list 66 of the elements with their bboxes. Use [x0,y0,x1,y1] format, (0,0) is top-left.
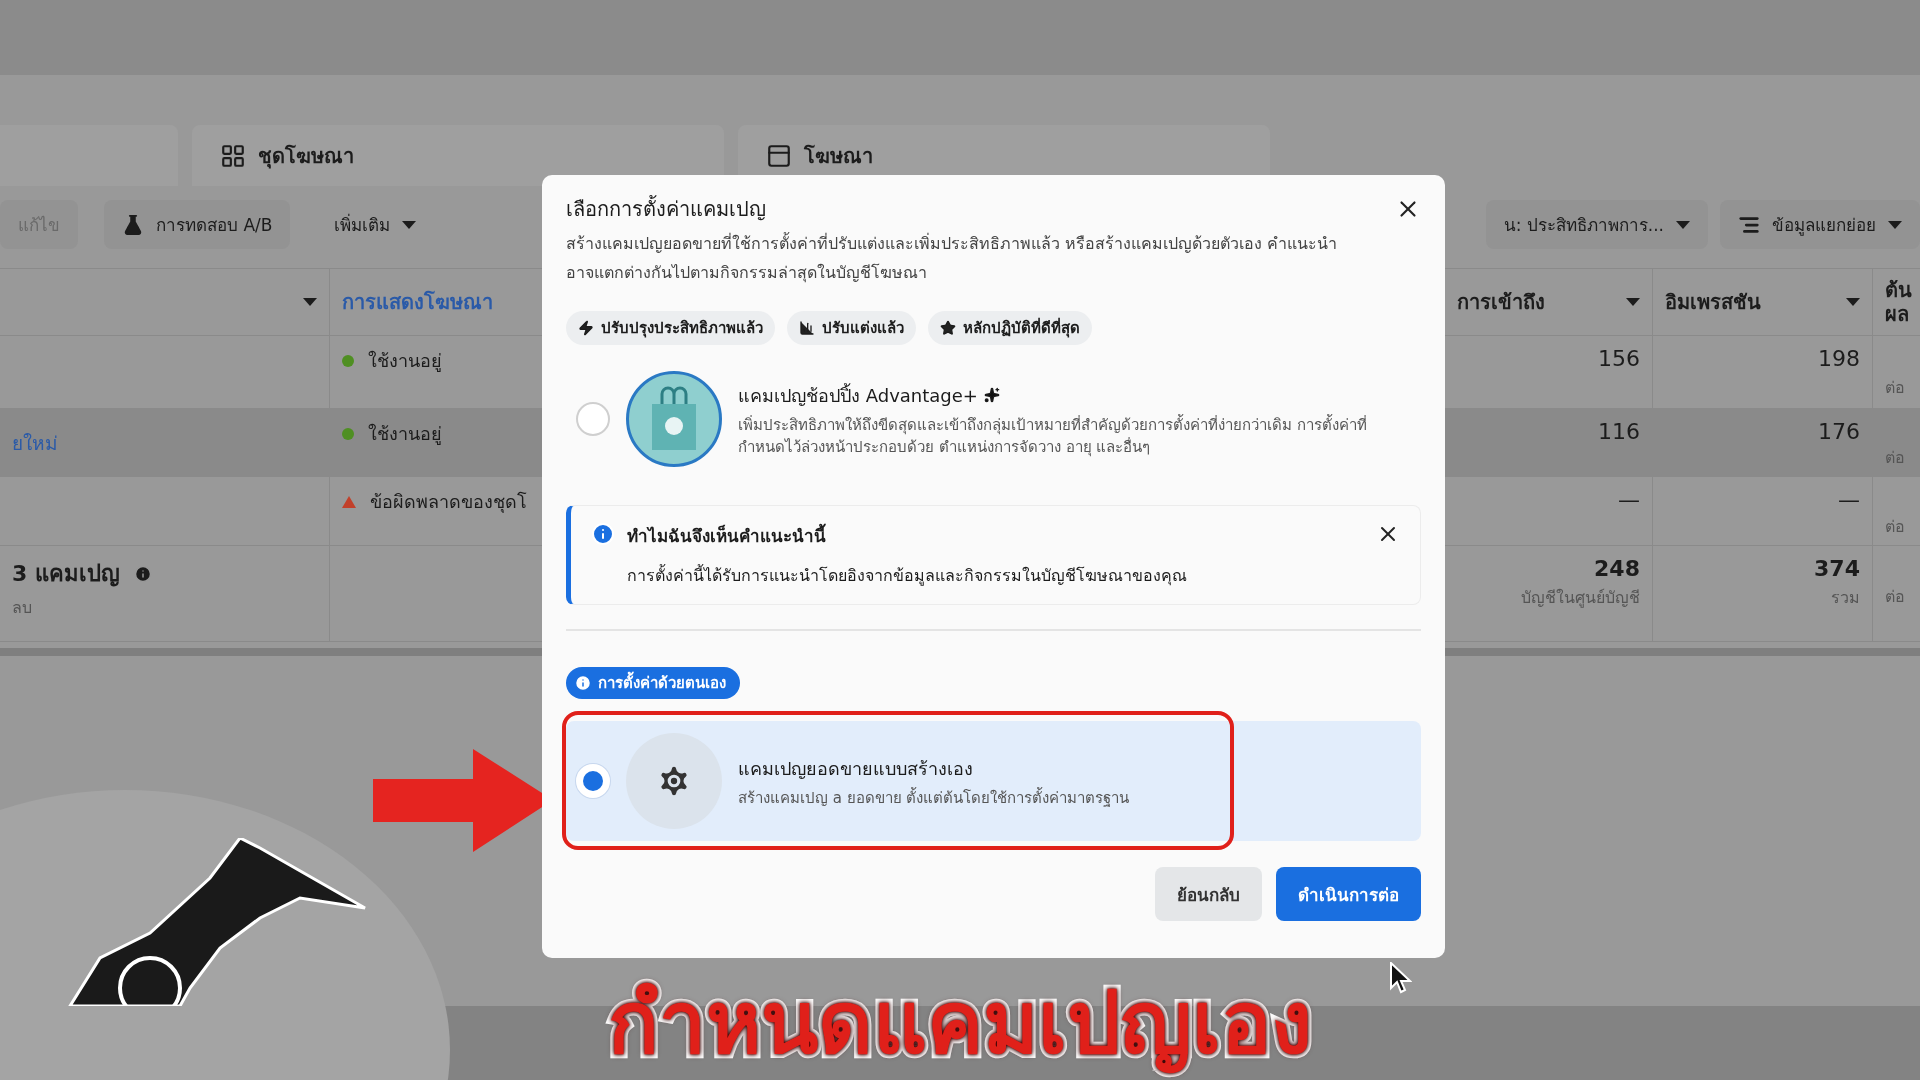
summary-subtitle: ลบ [12,597,32,619]
campaign-option[interactable]: แคมเปญช้อปปิ้ง Advantage+ เพิ่มประสิทธิภาพให้ถึงขีดสุดและเข้าถึงกลุ่มเป้าหมายที่สำคัญด้วยการตั้งค่าที่ง่ายกว่าเดิม การตั้งค่าที่กำหนดไว้ล่วงหน้าประกอบด้วย ตำแหน่งการจัดวาง อายุ และอื่นๆ [566,369,1421,469]
info-icon [133,564,152,583]
grid-icon [220,142,246,169]
star-icon [940,320,956,336]
caret-icon [303,298,317,306]
table-cell: 156 [1598,346,1640,371]
table-cell-text: บัญชีในศูนย์บัญชี [1521,587,1640,610]
dialog-description: สร้างแคมเปญยอดขายที่ใช้การตั้งค่าที่ปรับแต่งและเพิ่มประสิทธิภาพแล้ว หรือสร้างแคมเปญด้วยตัวเอง คำแนะนำอาจแตกต่างกันไปตามกิจกรรมล่าสุดในบัญชีโฆษณา [566,231,1339,285]
table-cell: 374 [1814,556,1860,581]
dropdown-button[interactable]: น: ประสิทธิภาพการ... [1485,200,1708,249]
table-cell-text: ต่อ [1885,515,1905,538]
summary-title: 3 แคมเปญ [12,560,120,589]
bolt-icon [578,320,594,336]
notice-title: ทำไมฉันจึงเห็นคำแนะนำนี้ [627,522,1364,549]
column-header[interactable]: การเข้าถึง [1457,290,1545,314]
warning-icon [342,495,356,508]
tag-chip: หลักปฏิบัติที่ดีที่สุด [928,311,1092,345]
video-caption: กำหนดแคมเปญเอง [608,974,1312,1072]
tab-label: ชุดโฆษณา [258,142,354,171]
status-text: ใช้งานอยู่ [368,349,442,374]
cursor-icon [1390,962,1412,994]
caret-icon [1626,298,1640,306]
continue-button[interactable]: ดำเนินการต่อ [1276,867,1421,921]
table-cell: 248 [1594,556,1640,581]
option-description: เพิ่มประสิทธิภาพให้ถึงขีดสุดและเข้าถึงกลุ่มเป้าหมายที่สำคัญด้วยการตั้งค่าที่ง่ายกว่าเดิม การตั้งค่าที่กำหนดไว้ล่วงหน้าประกอบด้วย ตำแหน่งการจัดวาง อายุ และอื่นๆ [738,413,1368,458]
table-cell-text: ต่อ [1885,376,1905,399]
tab-label: โฆษณา [804,142,873,170]
info-icon [574,674,592,692]
toolbar-button[interactable]: การทดสอบ A/B [104,200,291,249]
table-cell-text: รวม [1831,587,1860,609]
dropdown-button[interactable]: เพิ่มเติม [316,200,435,249]
table-cell: — [1838,487,1860,512]
table-cell-text: ต่อ [1885,586,1905,608]
caret-icon [1846,298,1860,306]
campaign-option[interactable]: แคมเปญยอดขายแบบสร้างเอง สร้างแคมเปญ a ยอดขาย ตั้งแต่ต้นโดยใช้การตั้งค่ามาตรฐาน [566,721,1421,841]
notice-text: การตั้งค่านี้ได้รับการแนะนำโดยอิงจากข้อมูลและกิจกรรมในบัญชีโฆษณาของคุณ [627,563,1188,588]
toolbar-button[interactable]: ข้อมูลแยกย่อย [1720,200,1920,249]
sparkle-icon [983,387,1000,403]
caret-icon [1888,220,1902,229]
option-title: แคมเปญช้อปปิ้ง Advantage+ [738,380,1378,410]
dialog-title: เลือกการตั้งค่าแคมเปญ [566,194,766,223]
status-text: ข้อผิดพลาดของชุดโ [370,490,527,515]
column-header[interactable]: ต้น ผล [1885,278,1912,326]
option-title: แคมเปญยอดขายแบบสร้างเอง [738,756,974,781]
option-description: สร้างแคมเปญ a ยอดขาย ตั้งแต่ต้นโดยใช้การตั้งค่ามาตรฐาน [738,786,1131,809]
status-text: ใช้งานอยู่ [368,422,442,447]
back-button[interactable]: ย้อนกลับ [1155,867,1262,921]
caret-icon [402,220,417,229]
table-cell: 198 [1818,346,1860,371]
tab[interactable]: ชุดโฆษณา [192,125,724,186]
panel-icon [766,142,792,169]
manual-setup-badge: การตั้งค่าด้วยตนเอง [566,667,740,699]
table-cell: 176 [1818,419,1860,444]
bars-icon [799,320,815,336]
info-icon [591,522,615,546]
status-dot [342,354,354,367]
table-cell: 116 [1598,419,1640,444]
caret-icon [1676,220,1690,229]
tag-chip: ปรับแต่งแล้ว [787,311,916,345]
radio-button[interactable] [576,402,610,436]
column-header[interactable]: อิมเพรสชัน [1665,290,1761,314]
flask-icon [122,213,144,236]
tag-chip: ปรับปรุงประสิทธิภาพแล้ว [566,311,775,345]
table-cell: — [1618,487,1640,512]
status-dot [342,427,354,440]
